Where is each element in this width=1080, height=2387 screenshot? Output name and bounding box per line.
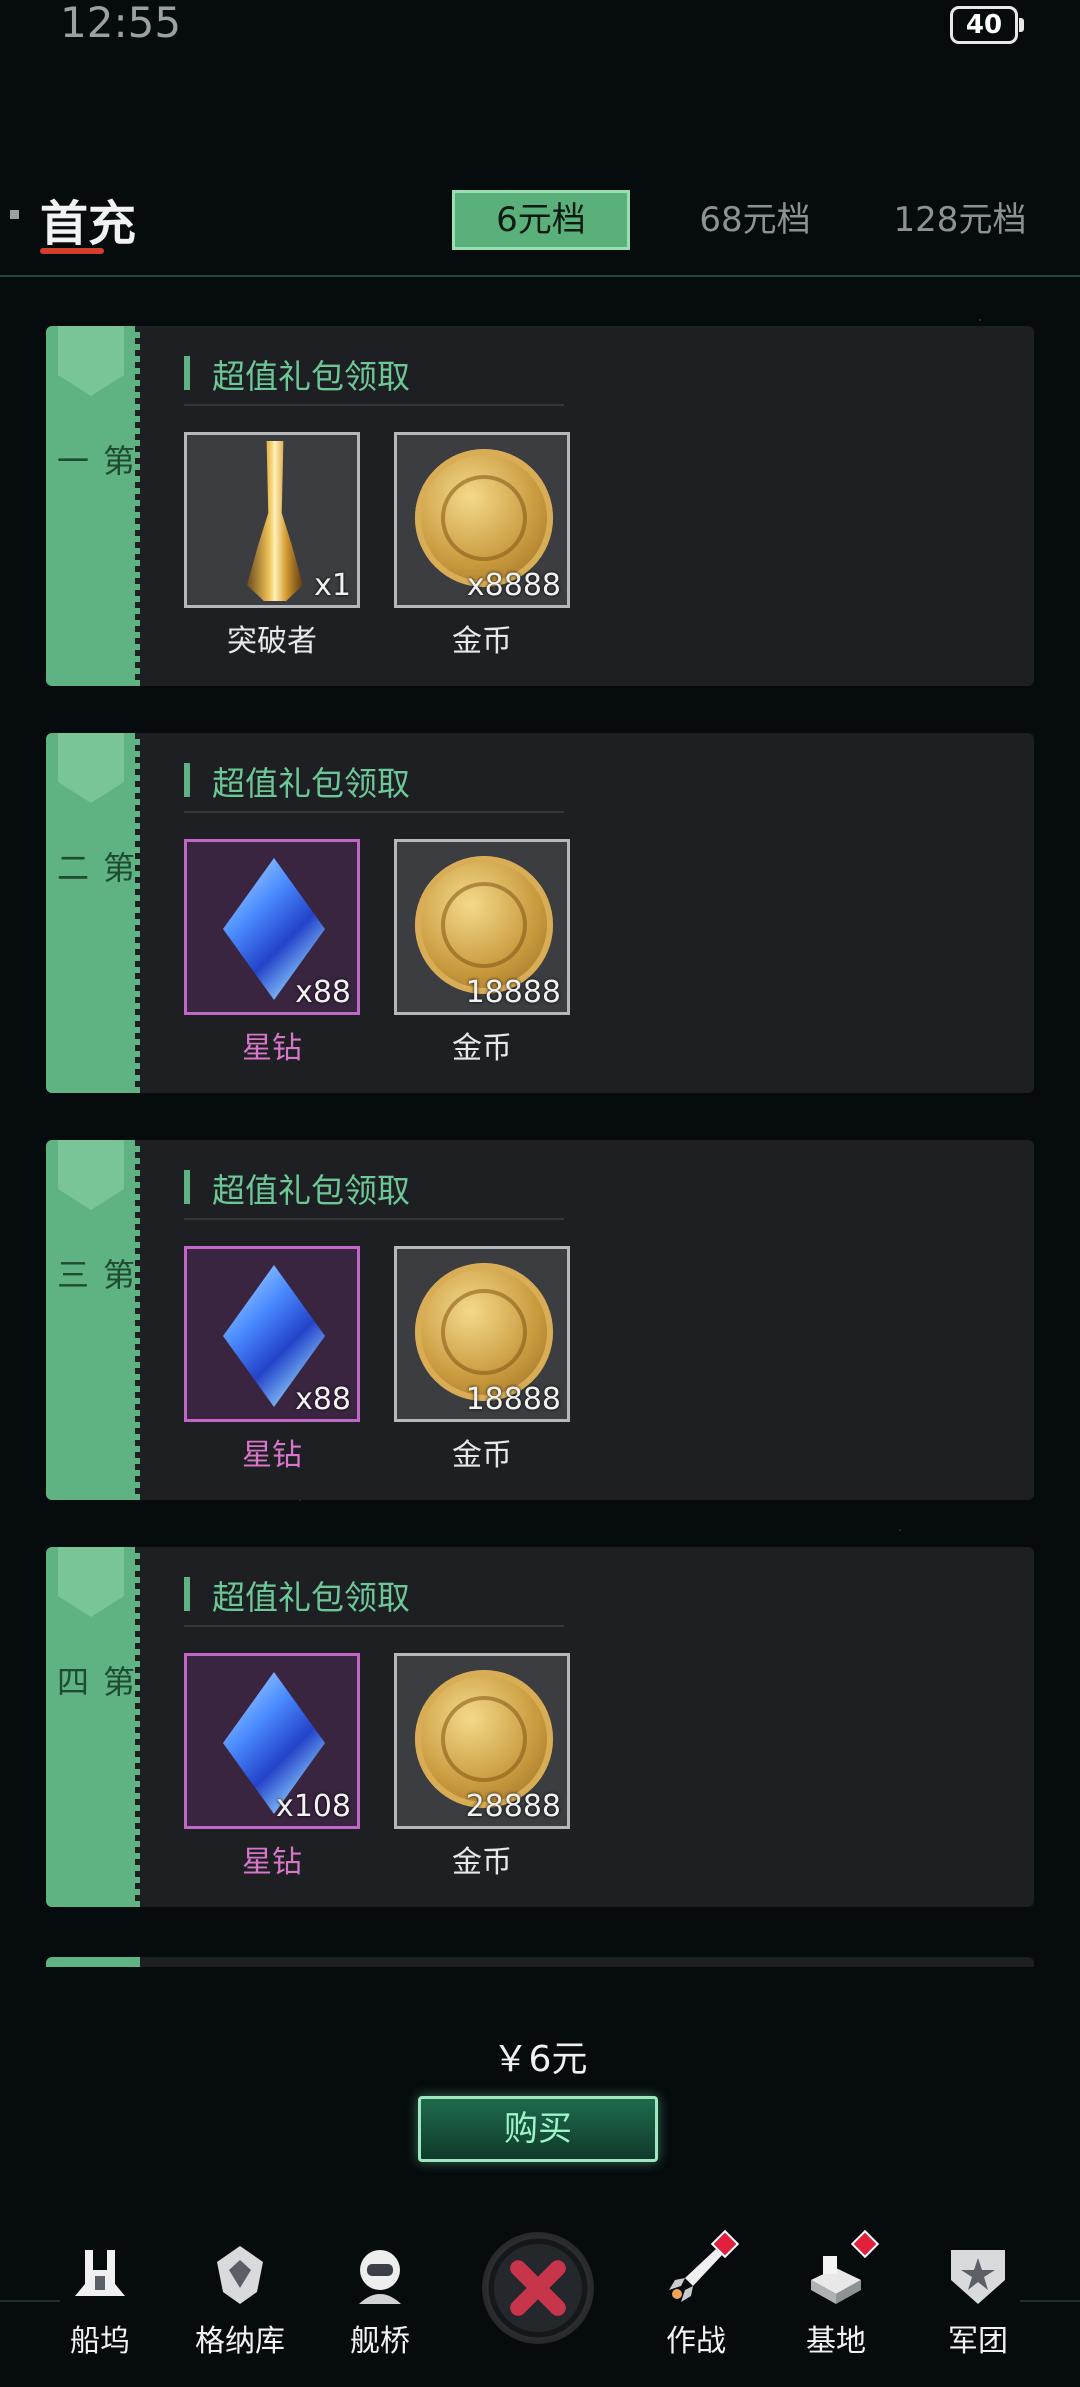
item-count: x108 [275, 1789, 351, 1824]
day-label: 第四天 [52, 1665, 136, 1697]
battery-icon: 40 [950, 6, 1024, 44]
bridge-icon [345, 2240, 415, 2310]
reward-item-star-diamond[interactable]: x108 [184, 1653, 360, 1829]
reward-item-coin[interactable]: 18888 [394, 1246, 570, 1422]
item-count: x88 [295, 1382, 351, 1417]
center-x-icon [504, 2254, 572, 2322]
item-name: 突破者 [227, 624, 317, 659]
item-count: x8888 [466, 568, 561, 603]
tab-6-yuan[interactable]: 6元档 [452, 190, 630, 250]
day-label: 第二天 [52, 851, 136, 883]
item-name: 星钻 [242, 1845, 302, 1880]
battle-rocket-icon [661, 2229, 740, 2310]
tab-128-yuan[interactable]: 128元档 [880, 190, 1040, 250]
gold-coin-icon [415, 856, 553, 994]
item-count: x1 [314, 568, 351, 603]
item-name: 星钻 [242, 1438, 302, 1473]
reward-item-coin[interactable]: 18888 [394, 839, 570, 1015]
item-count: 28888 [465, 1789, 561, 1824]
center-x-button[interactable] [482, 2232, 594, 2344]
section-divider [184, 1218, 564, 1220]
section-marker [184, 1577, 190, 1611]
gold-coin-icon [415, 449, 553, 587]
day-label: 第一天 [52, 444, 136, 476]
day-card-3: 第三天 超值礼包领取 x88 星钻 18888 金币 [46, 1140, 1034, 1500]
nav-label: 船坞 [70, 2324, 130, 2359]
section-marker [184, 1170, 190, 1204]
nav-label: 作战 [666, 2324, 726, 2359]
day-ribbon: 第一天 [46, 326, 140, 686]
base-icon [801, 2229, 880, 2310]
nav-battle[interactable]: 作战 [636, 2229, 756, 2360]
reward-item-star-diamond[interactable]: x88 [184, 1246, 360, 1422]
gold-coin-icon [415, 1670, 553, 1808]
day-card-2: 第二天 超值礼包领取 x88 星钻 18888 金币 [46, 733, 1034, 1093]
tab-68-yuan[interactable]: 68元档 [680, 190, 830, 250]
nav-dock[interactable]: 船坞 [40, 2240, 160, 2360]
reward-item-star-diamond[interactable]: x88 [184, 839, 360, 1015]
day-card-5-peek [46, 1957, 1034, 1967]
section-divider [184, 404, 564, 406]
gold-coin-icon [415, 1263, 553, 1401]
reward-item-coin[interactable]: 28888 [394, 1653, 570, 1829]
header-divider [0, 275, 1080, 277]
section-title: 超值礼包领取 [212, 764, 410, 803]
section-title: 超值礼包领取 [212, 1578, 410, 1617]
section-divider [184, 811, 564, 813]
section-marker [184, 763, 190, 797]
reward-item-ship[interactable]: x1 [184, 432, 360, 608]
reward-item-coin[interactable]: x8888 [394, 432, 570, 608]
nav-label: 舰桥 [350, 2324, 410, 2359]
page-title: 首充 [40, 196, 137, 252]
header-dot [10, 210, 19, 219]
nav-label: 基地 [806, 2324, 866, 2359]
day-label: 第三天 [52, 1258, 136, 1290]
section-title: 超值礼包领取 [212, 1171, 410, 1210]
buy-button[interactable]: 购买 [418, 2096, 658, 2162]
ship-icon [247, 441, 303, 601]
dock-icon [65, 2240, 135, 2310]
item-count: 18888 [465, 975, 561, 1010]
item-name: 金币 [452, 1438, 512, 1473]
nav-label: 格纳库 [195, 2324, 285, 2359]
nav-label: 军团 [948, 2324, 1008, 2359]
day-card-4: 第四天 超值礼包领取 x108 星钻 28888 金币 [46, 1547, 1034, 1907]
hangar-icon [205, 2240, 275, 2310]
day-ribbon: 第三天 [46, 1140, 140, 1500]
item-count: 18888 [465, 1382, 561, 1417]
item-name: 金币 [452, 1031, 512, 1066]
price-label: ￥6元 [492, 2039, 588, 2080]
day-card-1: 第一天 超值礼包领取 x1 突破者 x8888 金币 [46, 326, 1034, 686]
day-ribbon: 第四天 [46, 1547, 140, 1907]
section-marker [184, 356, 190, 390]
nav-base[interactable]: 基地 [776, 2229, 896, 2360]
day-ribbon: 第二天 [46, 733, 140, 1093]
nav-hangar[interactable]: 格纳库 [180, 2240, 300, 2360]
item-name: 金币 [452, 624, 512, 659]
title-underline [40, 248, 104, 254]
nav-bridge[interactable]: 舰桥 [320, 2240, 440, 2360]
nav-legion[interactable]: 军团 [918, 2240, 1038, 2360]
item-count: x88 [295, 975, 351, 1010]
item-name: 星钻 [242, 1031, 302, 1066]
section-divider [184, 1625, 564, 1627]
item-name: 金币 [452, 1845, 512, 1880]
section-title: 超值礼包领取 [212, 357, 410, 396]
status-time: 12:55 [60, 0, 182, 47]
legion-icon [943, 2240, 1013, 2310]
